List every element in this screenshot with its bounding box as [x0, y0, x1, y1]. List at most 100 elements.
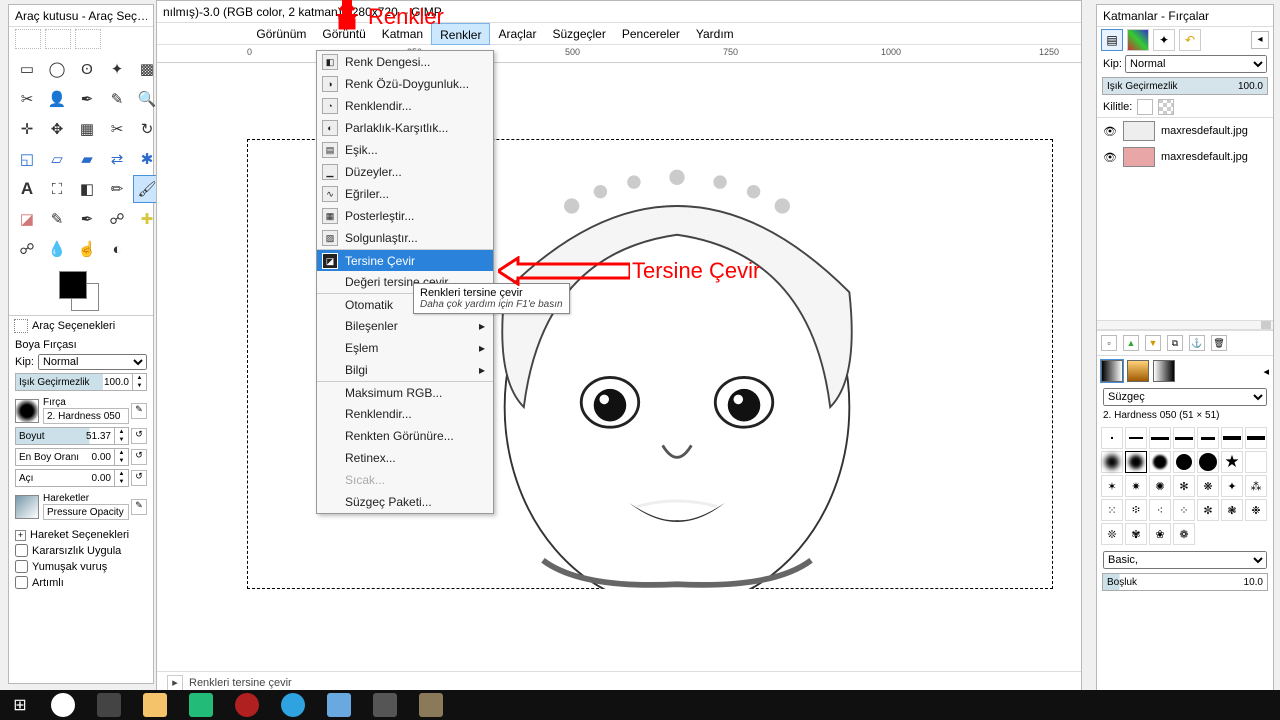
jitter-checkbox[interactable] — [15, 544, 28, 557]
angle-slider[interactable]: Açı0.00 — [15, 469, 115, 487]
filter-select[interactable]: Süzgeç — [1103, 388, 1267, 406]
scissors-tool[interactable]: ✂ — [13, 85, 41, 113]
brush-item[interactable]: ⁖ — [1149, 499, 1171, 521]
angle-stepper[interactable]: ▲▼ — [115, 469, 129, 487]
brush-item[interactable] — [1197, 427, 1219, 449]
eraser-tool[interactable]: ◪ — [13, 205, 41, 233]
menu-item-color-to-alpha[interactable]: Renkten Görünüre... — [317, 425, 493, 447]
opacity-slider[interactable]: Işık Geçirmezlik100.0 — [15, 373, 133, 391]
align-tool[interactable]: ▦ — [73, 115, 101, 143]
perspective-tool[interactable]: ▰ — [73, 145, 101, 173]
aspect-stepper[interactable]: ▲▼ — [115, 448, 129, 466]
clone-tool[interactable]: ☍ — [103, 205, 131, 233]
brush-item[interactable]: ❋ — [1197, 475, 1219, 497]
brush-item[interactable]: ✼ — [1197, 499, 1219, 521]
size-stepper[interactable]: ▲▼ — [115, 427, 129, 445]
configure-icon[interactable] — [14, 319, 28, 333]
dynamics-name[interactable]: Pressure Opacity — [43, 504, 129, 520]
angle-reset-icon[interactable]: ↺ — [131, 470, 147, 486]
brush-edit-icon[interactable]: ✎ — [131, 403, 147, 419]
menu-item-colorize[interactable]: ◔Renklendir... — [317, 95, 493, 117]
menu-item-info[interactable]: Bilgi▸ — [317, 359, 493, 381]
brush-item[interactable] — [1197, 451, 1219, 473]
menu-item-retinex[interactable]: Retinex... — [317, 447, 493, 469]
brush-item[interactable]: ✾ — [1125, 523, 1147, 545]
menu-item-brightness[interactable]: ◐Parlaklık-Karşıtlık... — [317, 117, 493, 139]
crop-tool[interactable]: ✂ — [103, 115, 131, 143]
duplicate-layer-icon[interactable]: ⧉ — [1167, 335, 1183, 351]
preset-select[interactable]: Basic, — [1103, 551, 1267, 569]
spacing-slider[interactable]: Boşluk10.0 — [1102, 573, 1268, 591]
brush-item[interactable] — [1173, 451, 1195, 473]
brush-item[interactable] — [1125, 427, 1147, 449]
expand-icon[interactable]: + — [15, 530, 26, 541]
dynamics-preview-icon[interactable] — [15, 495, 39, 519]
menu-suzgecler[interactable]: Süzgeçler — [544, 23, 613, 45]
brush-item[interactable]: ★ — [1221, 451, 1243, 473]
move-tool[interactable]: ✥ — [43, 115, 71, 143]
gradient-tool[interactable]: ◧ — [73, 175, 101, 203]
taskbar-explorer[interactable] — [132, 690, 178, 720]
taskbar-search[interactable] — [40, 690, 86, 720]
brush-item[interactable] — [1221, 427, 1243, 449]
menu-item-max-rgb[interactable]: Maksimum RGB... — [317, 381, 493, 403]
brush-item[interactable]: ❃ — [1221, 499, 1243, 521]
patterns-tab-icon[interactable] — [1127, 360, 1149, 382]
new-layer-icon[interactable]: ▫ — [1101, 335, 1117, 351]
brush-item[interactable]: ✦ — [1221, 475, 1243, 497]
mode-select[interactable]: Normal — [38, 354, 147, 370]
brush-item[interactable]: ⁘ — [1173, 499, 1195, 521]
aspect-reset-icon[interactable]: ↺ — [131, 449, 147, 465]
smudge-tool[interactable]: ☝ — [73, 235, 101, 263]
brush-item[interactable] — [1149, 427, 1171, 449]
menu-item-levels[interactable]: ▁Düzeyler... — [317, 161, 493, 183]
dodge-burn-tool[interactable]: ◐ — [103, 235, 131, 263]
layer-up-icon[interactable]: ▲ — [1123, 335, 1139, 351]
smooth-checkbox[interactable] — [15, 560, 28, 573]
ink-tool[interactable]: ✒ — [73, 205, 101, 233]
color-swatches[interactable] — [53, 271, 153, 311]
dynamics-edit-icon[interactable]: ✎ — [131, 499, 147, 515]
brush-item[interactable]: ✺ — [1149, 475, 1171, 497]
menu-item-colorize2[interactable]: Renklendir... — [317, 403, 493, 425]
measure-tool[interactable]: ✛ — [13, 115, 41, 143]
incremental-checkbox[interactable] — [15, 576, 28, 589]
rect-select-tool[interactable]: ▭ — [13, 55, 41, 83]
start-button[interactable]: ⊞ — [0, 690, 40, 720]
pencil-tool[interactable]: ✏ — [103, 175, 131, 203]
aspect-slider[interactable]: En Boy Oranı0.00 — [15, 448, 115, 466]
menu-item-filter-pack[interactable]: Süzgeç Paketi... — [317, 491, 493, 513]
layer-opacity-slider[interactable]: Işık Geçirmezlik100.0 — [1102, 77, 1268, 95]
scale-tool[interactable]: ◱ — [13, 145, 41, 173]
brush-item[interactable]: ❀ — [1149, 523, 1171, 545]
menu-item-color-balance[interactable]: ◧Renk Dengesi... — [317, 51, 493, 73]
ellipse-select-tool[interactable]: ◯ — [43, 55, 71, 83]
canvas[interactable] — [157, 63, 1081, 671]
brush-item[interactable]: ፨ — [1125, 499, 1147, 521]
brush-item[interactable] — [1101, 451, 1123, 473]
brush-item[interactable]: ❉ — [1245, 499, 1267, 521]
taskbar-ie[interactable] — [270, 690, 316, 720]
size-slider[interactable]: Boyut51.37 — [15, 427, 115, 445]
paths-tool[interactable]: ✒ — [73, 85, 101, 113]
brush-item[interactable]: ⁂ — [1245, 475, 1267, 497]
brush-item[interactable] — [1101, 427, 1123, 449]
brush-item[interactable] — [1245, 451, 1267, 473]
menu-item-curves[interactable]: ∿Eğriler... — [317, 183, 493, 205]
brush-item[interactable] — [1173, 427, 1195, 449]
layers-tab-icon[interactable]: ▤ — [1101, 29, 1123, 51]
taskbar-store[interactable] — [178, 690, 224, 720]
brush-item[interactable] — [1125, 451, 1147, 473]
brush-item[interactable]: ✶ — [1101, 475, 1123, 497]
menu-gorunum[interactable]: Görünüm — [248, 23, 314, 45]
menu-item-hue-saturation[interactable]: ◑Renk Özü-Doygunluk... — [317, 73, 493, 95]
airbrush-tool[interactable]: ✎ — [43, 205, 71, 233]
fuzzy-select-tool[interactable]: ✦ — [103, 55, 131, 83]
channels-tab-icon[interactable] — [1127, 29, 1149, 51]
lock-alpha-icon[interactable] — [1158, 99, 1174, 115]
menu-item-invert[interactable]: ◪Tersine Çevir — [317, 249, 493, 271]
menu-item-map[interactable]: Eşlem▸ — [317, 337, 493, 359]
blur-tool[interactable]: 💧 — [43, 235, 71, 263]
brush-name[interactable]: 2. Hardness 050 — [43, 408, 129, 424]
size-reset-icon[interactable]: ↺ — [131, 428, 147, 444]
